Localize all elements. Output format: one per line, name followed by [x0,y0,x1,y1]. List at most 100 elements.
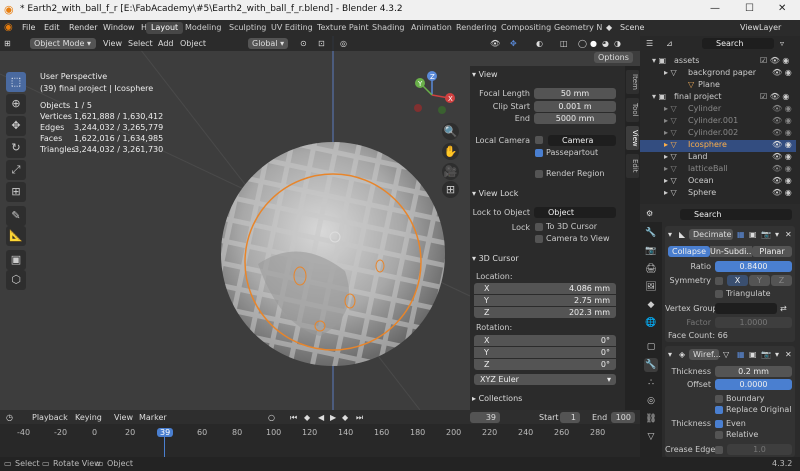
factor-field[interactable]: 1.0000 [715,317,792,328]
crease-edges-checkbox[interactable] [715,446,723,454]
tab-rendering[interactable]: Rendering [451,22,502,34]
viewport-toggle-icon[interactable]: ▣ [749,349,757,360]
focal-length-field[interactable]: 50 mm [534,88,616,99]
outliner-row[interactable]: ▸ ▽ Ocean 👁 ◉ [640,176,796,188]
view-layer-props-icon[interactable]: 🖼 [644,280,658,294]
next-key-icon[interactable]: ◆ [342,412,348,423]
render-toggle-icon[interactable]: 📷 [761,229,771,240]
clip-start-field[interactable]: 0.001 m [534,101,616,112]
cursor-loc-z[interactable]: Z 202.3 mm [474,307,616,318]
solid-shading-icon[interactable]: ● [590,38,597,49]
outliner-row[interactable]: ▸ ▽ Cylinder 👁 ◉ [640,104,796,116]
modifier-menu-icon[interactable]: ▾ [775,229,779,240]
marker-menu[interactable]: Marker [139,412,167,423]
output-props-icon[interactable]: 🖨 [644,262,658,276]
editor-type-icon[interactable]: ⊞ [4,38,11,49]
tab-tool[interactable]: Tool [626,98,639,122]
outliner-filter-icon[interactable]: ⊿ [666,38,673,49]
modifier-menu-icon[interactable]: ▾ [775,349,779,360]
rotate-tool-icon[interactable]: ↻ [6,138,26,158]
local-camera-checkbox[interactable] [535,136,543,144]
menu-edit[interactable]: Edit [44,23,60,32]
outliner-row[interactable]: ▾ ▣ assets ☑ 👁 ◉ [640,56,796,68]
cursor-loc-x[interactable]: X 4.086 mm [474,283,616,294]
collapse-tab[interactable]: Collapse [668,246,710,257]
play-reverse-icon[interactable]: ◀ [318,412,324,423]
rendered-shading-icon[interactable]: ◑ [614,38,621,49]
relative-checkbox[interactable] [715,431,723,439]
object-menu[interactable]: Object [180,38,206,49]
lock-cursor-checkbox[interactable] [535,223,543,231]
tab-item[interactable]: Item [626,70,639,94]
unsubdiv-tab[interactable]: Un-Subdi... [710,246,752,257]
even-checkbox[interactable] [715,420,723,428]
prev-key-icon[interactable]: ◆ [304,412,310,423]
start-frame-field[interactable]: 1 [560,412,580,423]
tab-uv-editing[interactable]: UV Editing [266,22,318,34]
tab-layout[interactable]: Layout [146,22,184,34]
wireframe-shading-icon[interactable]: ◯ [578,38,587,49]
modifier-props-icon[interactable]: 🔧 [644,358,658,372]
orientation-dropdown[interactable]: Global ▾ [248,38,289,49]
add-cube-tool-icon[interactable]: ▣ [6,250,26,270]
timeline-editor-icon[interactable]: ◷ [6,412,13,423]
collapse-arrow-icon[interactable]: ▾ [668,349,672,360]
material-shading-icon[interactable]: ◕ [602,38,609,49]
clip-end-field[interactable]: 5000 mm [534,113,616,124]
modifier-close-icon[interactable]: ✕ [785,349,792,360]
outliner-row[interactable]: ▸ ▽ Land 👁 ◉ [640,152,796,164]
lock-object-field[interactable]: Object [534,207,616,218]
annotate-tool-icon[interactable]: ✎ [6,206,26,226]
scale-tool-icon[interactable]: ⤢ [6,160,26,180]
keying-menu[interactable]: Keying [75,412,102,423]
maximize-button[interactable]: ☐ [745,3,754,14]
outliner-row[interactable]: ▸ ▽ backgrond paper 👁 ◉ [640,68,796,80]
zoom-icon[interactable]: 🔍 [442,123,459,140]
camera-to-view-checkbox[interactable] [535,235,543,243]
tab-geometry-nodes[interactable]: Geometry N [549,22,607,34]
render-region-checkbox[interactable] [535,170,543,178]
playback-menu[interactable]: Playback [32,412,68,423]
section-view-lock[interactable]: ▾ View Lock [472,189,622,202]
tab-animation[interactable]: Animation [406,22,457,34]
properties-search-input[interactable]: Search [680,209,792,220]
lattice-ball-mesh[interactable] [221,142,445,366]
thickness-field[interactable]: 0.2 mm [715,366,792,377]
scene-props-icon[interactable]: ◆ [644,298,658,312]
outliner-row[interactable]: ▽ Plane [640,80,796,92]
cursor-rot-z[interactable]: Z 0° [474,359,616,370]
ratio-slider[interactable]: 0.8400 [715,261,792,272]
outliner-search-input[interactable]: Search [702,38,774,49]
cursor-rot-x[interactable]: X 0° [474,335,616,346]
xray-icon[interactable]: ◫ [560,38,568,49]
pivot-icon[interactable]: ⊙ [300,38,307,49]
overlay-icon[interactable]: ◐ [536,38,543,49]
viewlayer-name[interactable]: ViewLayer [740,23,781,32]
proportional-edit-icon[interactable]: ◎ [340,38,347,49]
outliner-row-selected[interactable]: ▸ ▽ Icosphere 👁 ◉ [640,140,796,152]
rotation-mode-dropdown[interactable]: XYZ Euler ▾ [474,374,616,385]
boundary-checkbox[interactable] [715,395,723,403]
outliner-row[interactable]: ▾ ▣ final project ☑ 👁 ◉ [640,92,796,104]
section-collections[interactable]: ▸ Collections [472,394,622,407]
move-tool-icon[interactable]: ✥ [6,116,26,136]
oncage-toggle-icon[interactable]: ▽ [723,349,729,360]
constraints-props-icon[interactable]: ⛓ [644,412,658,426]
passepartout-checkbox[interactable] [535,149,543,157]
mode-dropdown[interactable]: Object Mode ▾ [30,38,96,49]
editmode-toggle-icon[interactable]: ▦ [737,229,745,240]
outliner-editor-icon[interactable]: ☰ [646,38,653,49]
pan-hand-icon[interactable]: ✋ [442,143,459,160]
cursor-tool-icon[interactable]: ⊕ [6,94,26,114]
tab-sculpting[interactable]: Sculpting [224,22,271,34]
tab-view[interactable]: View [626,126,639,150]
cursor-rot-y[interactable]: Y 0° [474,347,616,358]
offset-slider[interactable]: 0.0000 [715,379,792,390]
render-toggle-icon[interactable]: 📷 [761,349,771,360]
tab-modeling[interactable]: Modeling [180,22,226,34]
add-menu[interactable]: Add [158,38,174,49]
outliner-row[interactable]: ▸ ▽ latticeBall 👁 ◉ [640,164,796,176]
crease-weight-field[interactable]: 1.0 [727,444,792,455]
menu-render[interactable]: Render [69,23,97,32]
sym-axis-x[interactable]: X [727,275,748,286]
